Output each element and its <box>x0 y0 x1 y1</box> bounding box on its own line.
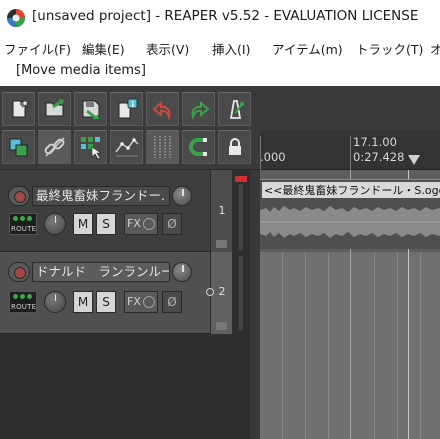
tcp-divider[interactable] <box>250 170 260 439</box>
ruler-tick <box>350 136 351 170</box>
grid-line <box>374 252 375 439</box>
menu-view[interactable]: 表示(V) <box>146 39 189 58</box>
solo-button[interactable]: S <box>96 213 116 235</box>
folder-icon[interactable] <box>216 240 227 248</box>
menu-bar: ファイル(F) 編集(E) 表示(V) 挿入(I) アイテム(m) トラック(T… <box>0 36 440 58</box>
main-toolbar <box>0 86 260 170</box>
undo-hint-bar: [Move media items] <box>0 58 440 86</box>
undo-button[interactable] <box>146 92 179 126</box>
ruler-time-mark: 0:27.428 <box>353 150 405 164</box>
fx-button[interactable]: FX <box>124 213 158 235</box>
redo-button[interactable] <box>182 92 215 126</box>
phase-invert-button[interactable]: Ø <box>162 213 182 235</box>
route-button[interactable]: ROUTE <box>9 213 37 235</box>
grid-lines-icon <box>154 136 170 158</box>
menu-file[interactable]: ファイル(F) <box>4 39 71 58</box>
tcp-empty-area[interactable] <box>0 334 250 439</box>
grid-line <box>328 252 329 439</box>
snap-magnet-icon <box>188 138 207 156</box>
track-1[interactable]: 最終鬼畜妹フランドー. ROUTE M S FX Ø 1 <box>0 170 260 252</box>
route-label: ROUTE <box>11 225 37 233</box>
route-button[interactable]: ROUTE <box>9 291 37 313</box>
route-label: ROUTE <box>11 303 37 311</box>
item-grouping-icon <box>44 137 65 157</box>
undo-hint: [Move media items] <box>16 63 146 78</box>
reaper-logo-icon <box>7 9 25 27</box>
folder-depth-handle[interactable] <box>206 288 214 296</box>
record-arm-button[interactable] <box>8 186 30 206</box>
menu-item[interactable]: アイテム(m) <box>272 39 343 58</box>
lock-button[interactable] <box>218 130 251 164</box>
redo-icon <box>191 100 210 121</box>
ripple-editing-button[interactable] <box>2 130 35 164</box>
title-bar: [unsaved project] - REAPER v5.52 - EVALU… <box>0 0 440 36</box>
undo-icon <box>151 100 170 121</box>
arrange-view[interactable]: .000 17.1.00 0:27.428 <<最終鬼畜妹フランドール・S.og… <box>260 86 440 439</box>
track-name-field[interactable]: 最終鬼畜妹フランドー. <box>32 186 170 206</box>
media-item[interactable]: <<最終鬼畜妹フランドール・S.ogg <box>260 179 440 249</box>
ruler-measure-mark: 17.1.00 <box>353 135 397 149</box>
arrange-top-gap <box>260 86 440 130</box>
grid-line <box>420 252 421 439</box>
track-name-field[interactable]: ドナルド ランランルー <box>32 262 170 282</box>
project-settings-button[interactable] <box>110 92 143 126</box>
volume-knob[interactable] <box>172 262 192 282</box>
metronome-icon <box>229 100 244 119</box>
edit-cursor-marker-icon[interactable] <box>408 155 420 165</box>
open-project-button[interactable] <box>38 92 71 126</box>
track-2[interactable]: ドナルド ランランルー ROUTE M S FX Ø 2 <box>0 252 260 334</box>
phase-invert-button[interactable]: Ø <box>162 291 182 313</box>
save-project-button[interactable] <box>74 92 107 126</box>
track-meter <box>232 170 250 252</box>
menu-track[interactable]: トラック(T) <box>356 39 423 58</box>
solo-button[interactable]: S <box>96 291 116 313</box>
envelope-points-button[interactable] <box>110 130 143 164</box>
new-project-button[interactable] <box>2 92 35 126</box>
menu-insert[interactable]: 挿入(I) <box>212 39 250 58</box>
grid-line <box>282 252 283 439</box>
track-number: 2 <box>218 285 226 298</box>
grid-lines-button[interactable] <box>146 130 179 164</box>
fx-bypass-icon[interactable] <box>143 218 155 230</box>
fx-label: FX <box>127 295 141 308</box>
item-grouping-button[interactable] <box>38 130 71 164</box>
metronome-button[interactable] <box>218 92 251 126</box>
media-item-waveform <box>260 206 440 238</box>
fx-label: FX <box>127 217 141 230</box>
pan-knob[interactable] <box>44 213 66 235</box>
track-meter <box>232 252 250 334</box>
meter-bar <box>239 256 243 330</box>
track-number-column[interactable]: 1 <box>210 170 232 252</box>
volume-knob[interactable] <box>172 186 192 206</box>
snap-grid-button[interactable] <box>74 130 107 164</box>
track-number: 1 <box>218 204 226 217</box>
snap-grid-icon <box>80 137 102 160</box>
meter-bar <box>239 184 243 250</box>
track-control-panel: 最終鬼畜妹フランドー. ROUTE M S FX Ø 1 ドナルド ランランルー <box>0 170 260 439</box>
menu-options[interactable]: オ <box>430 39 440 58</box>
pan-knob[interactable] <box>44 291 66 313</box>
menu-edit[interactable]: 編集(E) <box>82 39 125 58</box>
snap-button[interactable] <box>182 130 215 164</box>
fx-button[interactable]: FX <box>124 291 158 313</box>
mute-button[interactable]: M <box>73 213 93 235</box>
project-settings-icon <box>118 98 137 119</box>
mute-button[interactable]: M <box>73 291 93 313</box>
fx-bypass-icon[interactable] <box>143 296 155 308</box>
media-item-label: <<最終鬼畜妹フランドール・S.ogg <box>262 182 440 198</box>
lock-icon <box>228 138 241 155</box>
open-project-icon <box>45 99 64 117</box>
save-project-icon <box>82 100 99 120</box>
grid-line <box>305 252 306 439</box>
ripple-editing-icon <box>9 138 27 157</box>
record-arm-button[interactable] <box>8 262 30 282</box>
folder-icon[interactable] <box>216 322 227 330</box>
timeline-ruler[interactable]: .000 17.1.00 0:27.428 <box>260 130 440 170</box>
window-title: [unsaved project] - REAPER v5.52 - EVALU… <box>32 8 419 24</box>
envelope-points-icon <box>114 138 139 157</box>
ruler-time-left: .000 <box>260 150 286 164</box>
meter-clip-indicator[interactable] <box>235 176 247 182</box>
grid-line <box>397 252 398 439</box>
new-project-icon <box>12 98 30 118</box>
